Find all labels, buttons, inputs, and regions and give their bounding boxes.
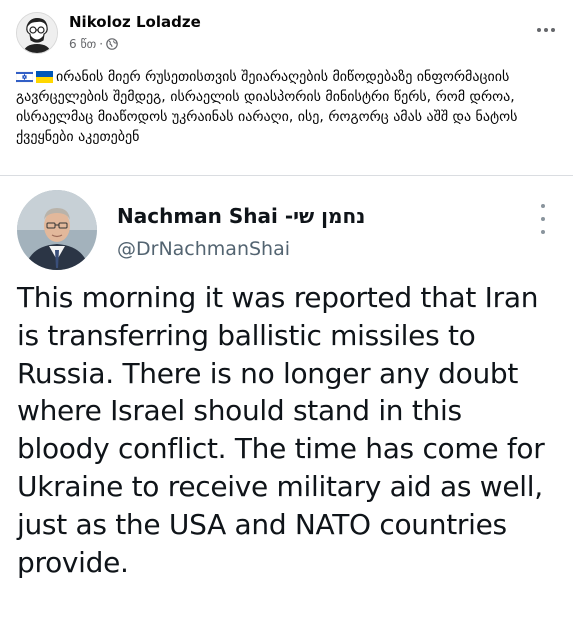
- more-horizontal-icon: [537, 28, 541, 32]
- post-time[interactable]: 6 წთ: [69, 37, 96, 51]
- tweet-author-avatar[interactable]: [17, 190, 97, 270]
- post-body: ირანის მიერ რუსეთისთვის შეიარაღების მიწო…: [16, 69, 518, 145]
- post-meta: 6 წთ ·: [69, 37, 118, 51]
- more-vertical-icon: [541, 204, 545, 208]
- author-avatar[interactable]: [16, 12, 58, 54]
- tweet-author-handle[interactable]: @DrNachmanShai: [117, 238, 290, 260]
- tweet-more-button[interactable]: [534, 204, 552, 234]
- globe-icon: [106, 38, 118, 50]
- meta-separator: ·: [99, 37, 104, 51]
- more-horizontal-icon: [551, 28, 555, 32]
- post-more-button[interactable]: [531, 18, 561, 42]
- israel-flag-icon: [16, 71, 33, 83]
- tweet-avatar-photo: [17, 190, 97, 270]
- tweet-text: This morning it was reported that Iran i…: [17, 281, 545, 579]
- more-vertical-icon: [541, 217, 545, 221]
- tweet-author-name[interactable]: Nachman Shai -נחמן שי: [117, 204, 365, 228]
- more-horizontal-icon: [544, 28, 548, 32]
- author-avatar-drawing: [17, 13, 57, 53]
- post-header: Nikoloz Loladze 6 წთ ·: [16, 10, 561, 62]
- shared-tweet-card[interactable]: Nachman Shai -נחמן שי @DrNachmanShai Thi…: [0, 175, 573, 625]
- more-vertical-icon: [541, 230, 545, 234]
- ukraine-flag-icon: [36, 71, 53, 83]
- post-text: ირანის მიერ რუსეთისთვის შეიარაღების მიწო…: [16, 67, 561, 147]
- author-name[interactable]: Nikoloz Loladze: [69, 13, 201, 31]
